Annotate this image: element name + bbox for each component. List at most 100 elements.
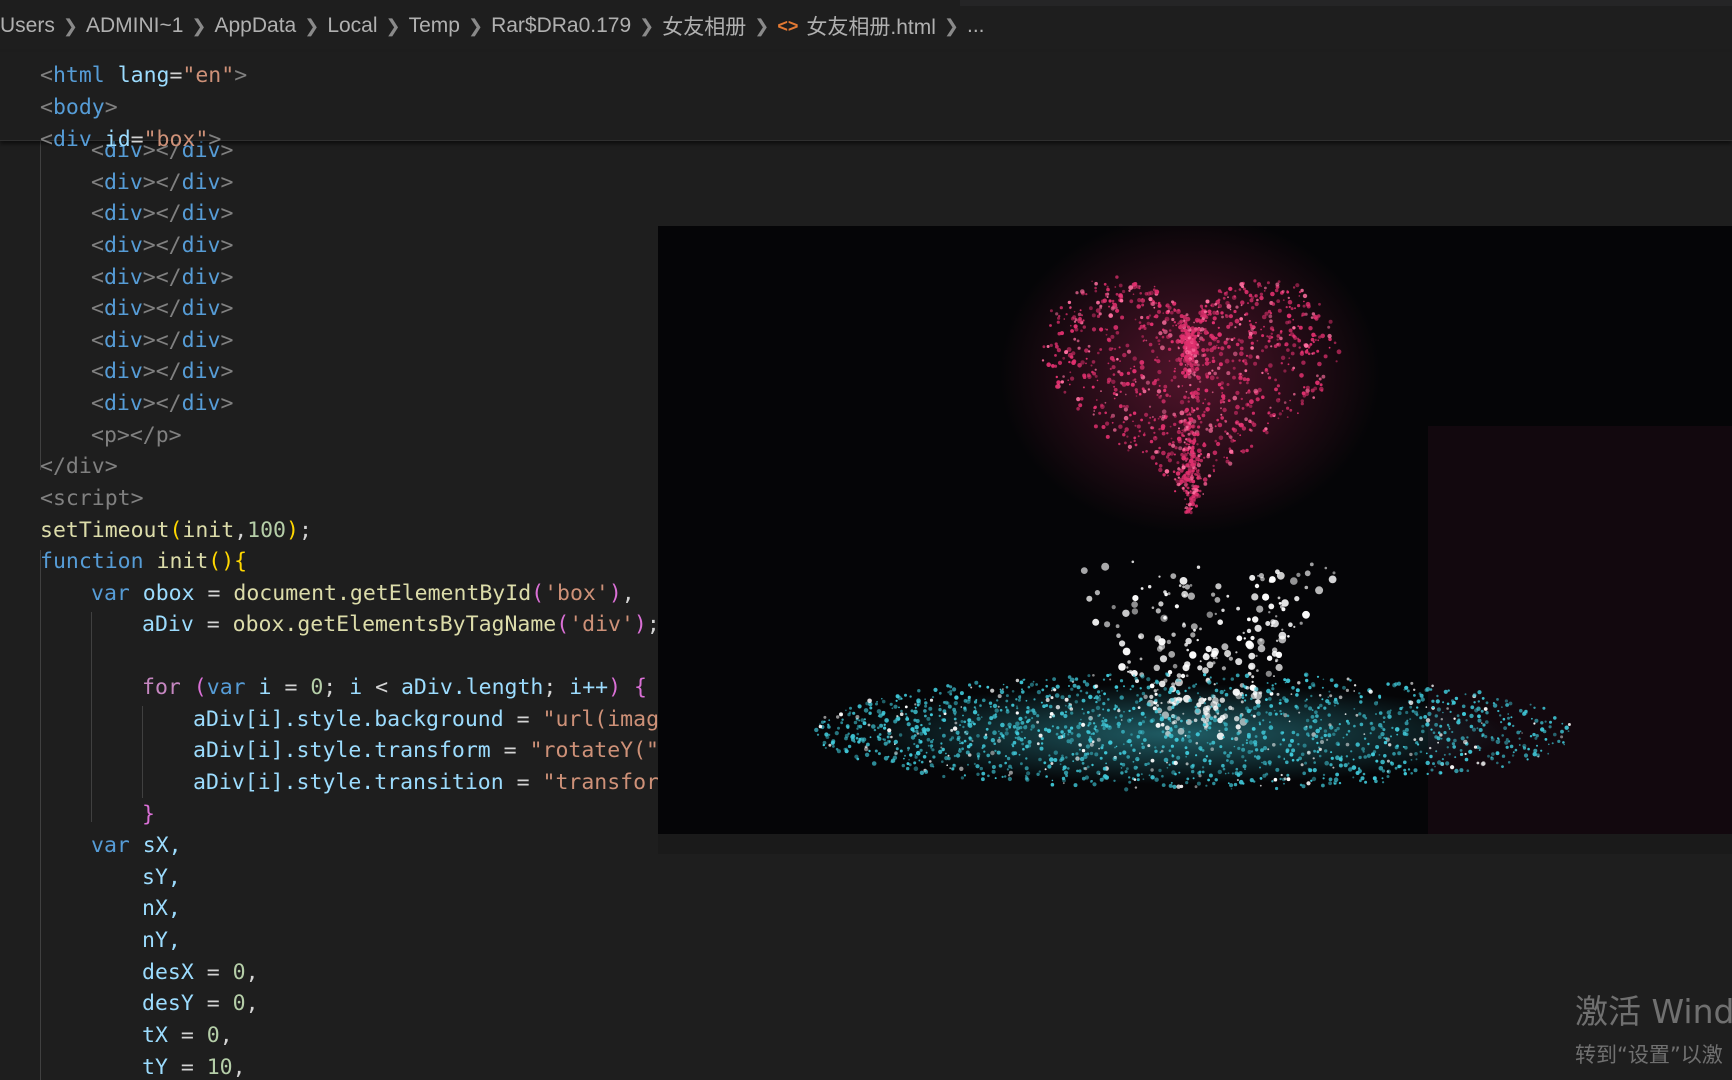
ring-particle	[1137, 706, 1141, 709]
heart-particle	[1192, 441, 1196, 445]
heart-particle	[1298, 325, 1303, 330]
breadcrumb-item[interactable]: Users	[0, 14, 55, 38]
heart-particle	[1205, 357, 1209, 362]
heart-particle	[1156, 359, 1161, 364]
heart-particle	[1186, 486, 1190, 490]
ring-particle	[849, 706, 852, 710]
fountain-particle	[1215, 656, 1218, 660]
ring-particle	[1320, 718, 1322, 721]
ring-particle	[1459, 768, 1464, 773]
ring-particle	[1495, 739, 1501, 745]
fountain-particle	[1256, 669, 1259, 672]
breadcrumb-item[interactable]: ADMINI~1	[86, 14, 183, 38]
fountain-particle	[1213, 683, 1216, 686]
heart-particle	[1271, 328, 1275, 332]
heart-particle	[1299, 373, 1304, 378]
ring-particle	[1205, 755, 1209, 758]
heart-particle	[1228, 447, 1232, 450]
ring-particle	[1388, 743, 1392, 747]
heart-particle	[1182, 447, 1186, 451]
breadcrumb-item[interactable]: 女友相册	[662, 11, 746, 41]
heart-particle	[1059, 306, 1063, 310]
ring-particle	[1285, 760, 1289, 765]
ring-particle	[900, 697, 903, 700]
ring-particle	[1254, 699, 1259, 704]
breadcrumb-file[interactable]: 女友相册.html	[806, 11, 936, 41]
heart-particle	[1162, 320, 1167, 325]
ring-particle	[1361, 747, 1365, 751]
breadcrumb-item[interactable]: Rar$DRa0.179	[491, 14, 631, 38]
heart-particle	[1288, 334, 1291, 336]
heart-particle	[1292, 366, 1296, 370]
ring-particle	[1352, 758, 1355, 761]
heart-particle	[1108, 347, 1113, 351]
ring-particle	[1242, 764, 1247, 769]
heart-particle	[1194, 327, 1198, 331]
fountain-particle	[1236, 635, 1243, 642]
heart-particle	[1190, 353, 1193, 356]
ring-particle	[1435, 750, 1438, 753]
breadcrumb-item[interactable]: Local	[327, 14, 377, 38]
ring-particle	[1402, 745, 1405, 748]
ring-particle	[924, 704, 928, 708]
breadcrumb-symbols[interactable]: ...	[967, 14, 985, 38]
ring-particle	[1208, 721, 1212, 725]
heart-particle	[1276, 384, 1280, 388]
heart-particle	[1208, 371, 1212, 375]
heart-particle	[1093, 424, 1098, 429]
ring-particle	[1332, 732, 1336, 736]
ring-particle	[1222, 721, 1226, 725]
breadcrumb-item[interactable]: AppData	[214, 14, 296, 38]
ring-particle	[1413, 738, 1417, 741]
ring-particle	[1025, 710, 1030, 714]
sticky-scroll-header[interactable]: <html lang="en"> <body> <div id="box">	[0, 52, 1732, 152]
heart-particle	[1261, 349, 1264, 353]
fountain-particle	[1270, 624, 1274, 627]
heart-particle	[1220, 381, 1224, 385]
ring-particle	[1229, 760, 1234, 765]
heart-particle	[1060, 380, 1064, 384]
ring-particle	[1477, 690, 1482, 695]
heart-particle	[1094, 368, 1097, 371]
heart-particle	[1290, 307, 1294, 311]
ring-particle	[1217, 703, 1221, 708]
ring-particle	[932, 738, 934, 741]
ring-particle	[1529, 703, 1532, 706]
ring-particle	[1491, 752, 1495, 756]
heart-particle	[1126, 371, 1131, 375]
heart-particle	[1248, 331, 1253, 336]
fountain-particle	[1299, 621, 1303, 625]
heart-particle	[1187, 432, 1191, 436]
heart-particle	[1093, 406, 1097, 409]
ring-particle	[848, 711, 852, 714]
video-preview[interactable]	[658, 226, 1732, 834]
ring-particle	[1115, 745, 1118, 748]
heart-particle	[1187, 350, 1192, 355]
heart-particle	[1087, 344, 1091, 348]
ring-particle	[1344, 713, 1347, 715]
breadcrumb-item[interactable]: Temp	[409, 14, 460, 38]
chevron-right-icon: ❯	[639, 15, 655, 36]
heart-particle	[1073, 337, 1077, 341]
ring-particle	[1419, 693, 1424, 698]
ring-particle	[1245, 686, 1250, 690]
ring-particle	[876, 709, 882, 714]
heart-particle	[1112, 302, 1114, 305]
video-controls-strip[interactable]	[658, 834, 1732, 854]
ring-particle	[883, 741, 888, 746]
ring-particle	[1241, 747, 1246, 752]
fountain-particle	[1224, 650, 1232, 657]
ring-particle	[1247, 750, 1252, 754]
ring-particle	[1533, 722, 1536, 725]
heart-particle	[1183, 429, 1187, 432]
ring-particle	[1542, 706, 1546, 710]
ring-particle	[1282, 738, 1286, 742]
heart-particle	[1177, 476, 1180, 479]
fountain-particle	[1287, 635, 1290, 638]
heart-particle	[1080, 329, 1083, 333]
ring-particle	[1320, 740, 1324, 744]
heart-particle	[1164, 318, 1167, 321]
heart-particle	[1111, 365, 1116, 370]
heart-particle	[1239, 372, 1242, 376]
ring-particle	[881, 699, 886, 704]
